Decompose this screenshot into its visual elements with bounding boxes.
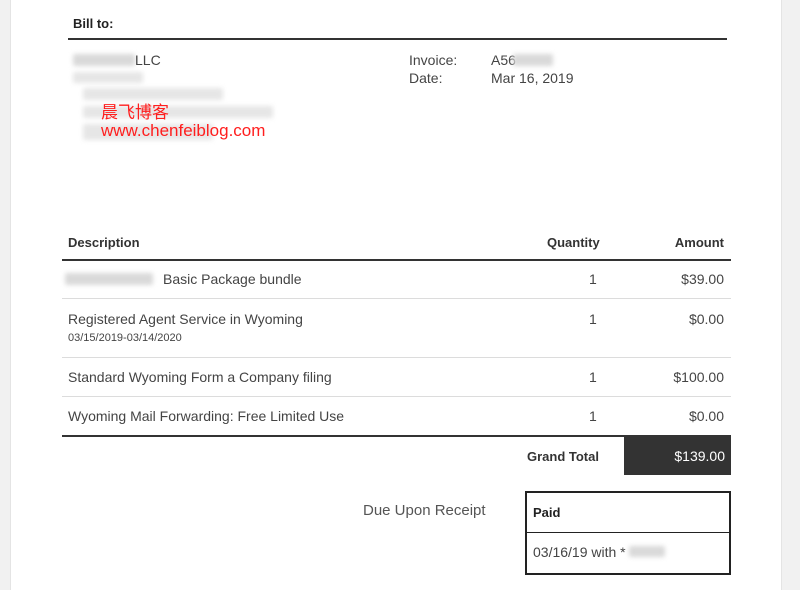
payment-terms: Due Upon Receipt xyxy=(363,502,486,519)
row-1-amount: $39.00 xyxy=(681,271,724,287)
table-row-divider xyxy=(62,357,731,358)
watermark-url: www.chenfeiblog.com xyxy=(101,121,266,140)
watermark-chinese-text: 晨飞博客 xyxy=(101,103,169,123)
grand-total-value: $139.00 xyxy=(674,448,725,464)
row-1-description: Basic Package bundle xyxy=(163,271,302,287)
table-row-divider xyxy=(62,396,731,397)
bill-to-divider xyxy=(68,38,727,40)
quantity-column-header: Quantity xyxy=(547,235,600,250)
invoice-number-label: Invoice: xyxy=(409,52,458,68)
row-4-amount: $0.00 xyxy=(688,408,724,424)
row-4-description: Wyoming Mail Forwarding: Free Limited Us… xyxy=(68,408,345,424)
redacted-invoice-number xyxy=(513,54,553,66)
redacted-company-name xyxy=(73,54,135,66)
grand-total-label: Grand Total xyxy=(527,449,599,464)
company-suffix: LLC xyxy=(135,52,161,68)
redacted-package-name xyxy=(65,273,153,285)
table-row-divider xyxy=(62,298,731,299)
row-3-description: Standard Wyoming Form a Company filing xyxy=(68,369,332,385)
row-2-amount: $0.00 xyxy=(688,311,724,327)
invoice-date-value: Mar 16, 2019 xyxy=(491,70,574,86)
row-1-quantity: 1 xyxy=(589,271,597,287)
redacted-address-line-1 xyxy=(73,72,143,83)
payment-status-label: Paid xyxy=(533,505,561,520)
row-2-description: Registered Agent Service in Wyoming xyxy=(68,311,303,327)
row-3-amount: $100.00 xyxy=(673,369,724,385)
row-4-quantity: 1 xyxy=(589,408,597,424)
row-3-quantity: 1 xyxy=(589,369,597,385)
row-2-quantity: 1 xyxy=(589,311,597,327)
invoice-page: Bill to: LLC 晨飞博客 www.chenfeiblog.com In… xyxy=(10,0,782,590)
invoice-date-label: Date: xyxy=(409,70,443,86)
payment-status-box xyxy=(525,491,731,575)
payment-detail: 03/16/19 with * xyxy=(533,544,626,560)
redacted-payment-method xyxy=(629,546,665,557)
payment-status-divider xyxy=(525,532,731,533)
description-column-header: Description xyxy=(68,235,140,250)
bill-to-label: Bill to: xyxy=(73,16,114,31)
amount-column-header: Amount xyxy=(674,235,724,250)
row-2-service-period: 03/15/2019-03/14/2020 xyxy=(68,332,182,344)
table-header-divider xyxy=(62,259,731,261)
